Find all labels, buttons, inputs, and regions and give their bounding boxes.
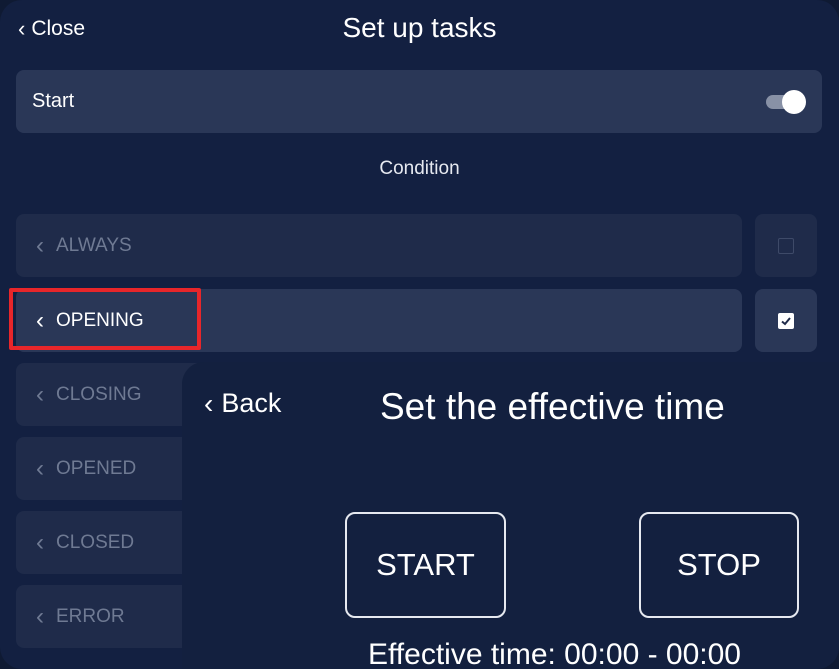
condition-label: OPENING [56, 309, 144, 331]
condition-row-always[interactable]: ‹ ALWAYS [16, 214, 742, 277]
chevron-left-icon: ‹ [36, 528, 44, 556]
start-time-button[interactable]: START [345, 512, 506, 618]
chevron-left-icon: ‹ [36, 454, 44, 482]
condition-heading: Condition [379, 158, 460, 179]
condition-label: ERROR [56, 605, 125, 627]
condition-row-opening[interactable]: ‹ OPENING [16, 289, 742, 352]
condition-label: OPENED [56, 457, 137, 479]
back-label: Back [221, 388, 282, 418]
start-toggle[interactable] [766, 89, 806, 114]
chevron-left-icon: ‹ [36, 231, 44, 259]
page-title: Set up tasks [342, 12, 497, 43]
condition-label: ALWAYS [56, 234, 132, 256]
checkbox-empty-icon [778, 237, 794, 254]
effective-time-text: Effective time: 00:00 - 00:00 [368, 638, 741, 669]
checkbox-checked-icon [778, 312, 794, 329]
chevron-left-icon: ‹ [36, 306, 44, 334]
condition-checkbox-opening[interactable] [755, 289, 817, 352]
chevron-left-icon: ‹ [204, 387, 214, 419]
condition-label: CLOSED [56, 531, 135, 553]
start-label: Start [32, 90, 75, 112]
start-row: Start [16, 70, 822, 133]
condition-checkbox-always[interactable] [755, 214, 817, 277]
condition-label: CLOSING [56, 383, 142, 405]
panel-title: Set the effective time [380, 386, 725, 427]
back-button[interactable]: ‹ Back [204, 388, 281, 419]
toggle-knob [782, 89, 806, 114]
stop-time-button[interactable]: STOP [639, 512, 799, 618]
chevron-left-icon: ‹ [36, 380, 44, 408]
chevron-left-icon: ‹ [36, 602, 44, 630]
effective-time-panel: ‹ Back Set the effective time START STOP… [182, 362, 839, 669]
task-setup-screen: ‹ Close Set up tasks Start Condition ‹ A… [0, 0, 839, 669]
